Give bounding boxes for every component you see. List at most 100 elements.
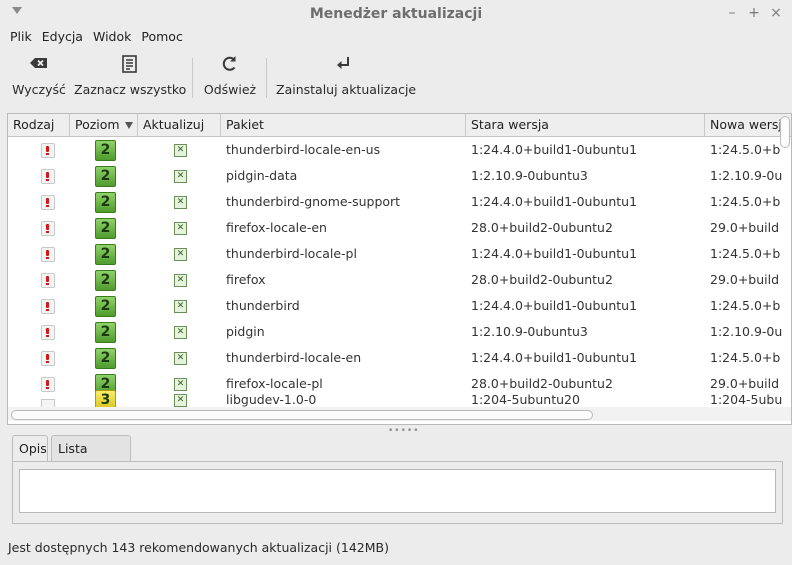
exclamation-icon <box>41 247 55 262</box>
close-button[interactable]: × <box>768 5 784 21</box>
exclamation-icon <box>41 351 55 366</box>
package-name: thunderbird-locale-en <box>226 350 362 365</box>
column-header-new-version[interactable]: Nowa wersja <box>705 114 791 136</box>
menu-edit[interactable]: Edycja <box>36 27 87 47</box>
exclamation-icon <box>41 377 55 392</box>
new-version: 29.0+build <box>710 220 780 235</box>
old-version: 1:24.4.0+build1-0ubuntu1 <box>471 246 638 261</box>
description-panel <box>12 461 783 524</box>
exclamation-icon <box>41 169 55 184</box>
column-header-type[interactable]: Rodzaj <box>8 114 70 136</box>
exclamation-icon <box>41 325 55 340</box>
column-header-old-version[interactable]: Stara wersja <box>466 114 705 136</box>
select-all-icon <box>74 52 184 76</box>
column-header-update[interactable]: Aktualizuj <box>138 114 221 136</box>
column-label: Aktualizuj <box>143 117 205 132</box>
update-checkbox[interactable]: ✕ <box>174 326 187 339</box>
package-name: thunderbird-locale-en-us <box>226 142 381 157</box>
old-version: 1:24.4.0+build1-0ubuntu1 <box>471 142 638 157</box>
clear-label: Wyczyść <box>12 82 66 97</box>
exclamation-icon <box>41 299 55 314</box>
new-version: 1:24.5.0+b <box>710 246 781 261</box>
refresh-button[interactable]: Odśwież <box>202 52 258 104</box>
new-version: 1:24.5.0+b <box>710 298 781 313</box>
update-checkbox[interactable]: ✕ <box>174 394 187 407</box>
update-checkbox[interactable]: ✕ <box>174 248 187 261</box>
update-checkbox[interactable]: ✕ <box>174 378 187 391</box>
package-name: pidgin-data <box>226 168 298 183</box>
menu-view[interactable]: Widok <box>87 27 135 47</box>
package-name: thunderbird-locale-pl <box>226 246 357 261</box>
status-text: Jest dostępnych 143 rekomendowanych aktu… <box>8 540 389 555</box>
level-badge: 2 <box>95 296 116 317</box>
refresh-label: Odśwież <box>203 82 257 97</box>
table-row[interactable]: 2 ✕ thunderbird-locale-en-us 1:24.4.0+build… <box>8 137 791 163</box>
install-icon <box>276 52 412 76</box>
window-title: Menedżer aktualizacji <box>309 6 483 22</box>
sort-descending-icon <box>124 122 133 129</box>
title-bar[interactable]: Menedżer aktualizacji – + × <box>0 0 792 29</box>
old-version: 28.0+build2-0ubuntu2 <box>471 220 613 235</box>
update-checkbox[interactable]: ✕ <box>174 144 187 157</box>
horizontal-scrollbar[interactable] <box>8 407 791 421</box>
menu-bar: Plik Edycja Widok Pomoc <box>0 27 187 47</box>
table-row[interactable]: 2 ✕ firefox-locale-en 28.0+build2-0ubuntu2 2… <box>8 215 791 241</box>
old-version: 28.0+build2-0ubuntu2 <box>471 272 613 287</box>
tab-description[interactable]: Opis <box>12 435 48 462</box>
level-badge: 2 <box>95 218 116 239</box>
package-name: pidgin <box>226 324 265 339</box>
table-row[interactable]: 2 ✕ firefox-locale-pl 28.0+build2-0ubuntu2 2… <box>8 371 791 397</box>
exclamation-icon <box>41 143 55 158</box>
menu-file[interactable]: Plik <box>0 27 36 47</box>
column-header-level[interactable]: Poziom <box>70 114 138 136</box>
new-version: 1:2.10.9-0u <box>710 324 783 339</box>
old-version: 1:2.10.9-0ubuntu3 <box>471 168 588 183</box>
horizontal-scrollbar-thumb[interactable] <box>11 410 593 420</box>
exclamation-icon <box>41 195 55 210</box>
minimize-button[interactable]: – <box>724 5 740 21</box>
column-header-package[interactable]: Pakiet <box>221 114 466 136</box>
table-header: Rodzaj Poziom Aktualizuj Pakiet Stara we… <box>8 114 791 137</box>
table-row[interactable]: 2 ✕ thunderbird-locale-pl 1:24.4.0+build1-0… <box>8 241 791 267</box>
column-label: Poziom <box>75 117 120 132</box>
old-version: 1:2.10.9-0ubuntu3 <box>471 324 588 339</box>
table-row[interactable]: 2 ✕ pidgin-data 1:2.10.9-0ubuntu3 1:2.10.9-0… <box>8 163 791 189</box>
menu-help[interactable]: Pomoc <box>135 27 186 47</box>
pane-resize-handle[interactable]: ••••• <box>388 426 420 436</box>
level-badge: 2 <box>95 140 116 161</box>
update-checkbox[interactable]: ✕ <box>174 274 187 287</box>
maximize-button[interactable]: + <box>746 5 762 21</box>
table-row[interactable]: 2 ✕ pidgin 1:2.10.9-0ubuntu3 1:2.10.9-0u <box>8 319 791 345</box>
clear-icon <box>10 52 68 76</box>
old-version: 1:24.4.0+build1-0ubuntu1 <box>471 350 638 365</box>
tab-changelog[interactable]: Lista zmian <box>51 435 131 482</box>
old-version: 1:24.4.0+build1-0ubuntu1 <box>471 298 638 313</box>
table-row[interactable]: 2 ✕ thunderbird 1:24.4.0+build1-0ubuntu1 1:2… <box>8 293 791 319</box>
updates-table[interactable]: Rodzaj Poziom Aktualizuj Pakiet Stara we… <box>7 113 792 425</box>
update-checkbox[interactable]: ✕ <box>174 352 187 365</box>
toolbar-separator <box>266 58 267 98</box>
exclamation-icon <box>41 273 55 288</box>
level-badge: 2 <box>95 322 116 343</box>
install-updates-button[interactable]: Zainstaluj aktualizacje <box>276 52 417 104</box>
update-checkbox[interactable]: ✕ <box>174 222 187 235</box>
table-row[interactable]: 2 ✕ thunderbird-gnome-support 1:24.4.0+buil… <box>8 189 791 215</box>
new-version: 29.0+build <box>710 272 780 287</box>
install-label: Zainstaluj aktualizacje <box>276 82 417 97</box>
toolbar-separator <box>192 58 193 98</box>
old-version: 1:24.4.0+build1-0ubuntu1 <box>471 194 638 209</box>
level-badge: 2 <box>95 348 116 369</box>
table-row[interactable]: 2 ✕ firefox 28.0+build2-0ubuntu2 29.0+build <box>8 267 791 293</box>
table-row[interactable]: 2 ✕ thunderbird-locale-en 1:24.4.0+build1-0… <box>8 345 791 371</box>
update-checkbox[interactable]: ✕ <box>174 170 187 183</box>
package-name: firefox-locale-en <box>226 220 327 235</box>
level-badge: 2 <box>95 166 116 187</box>
new-version: 1:24.5.0+b <box>710 142 781 157</box>
clear-button[interactable]: Wyczyść <box>10 52 68 104</box>
description-text-area[interactable] <box>19 469 776 513</box>
vertical-scrollbar-thumb[interactable] <box>780 116 790 148</box>
level-badge: 2 <box>95 192 116 213</box>
select-all-button[interactable]: Zaznacz wszystko <box>74 52 186 104</box>
update-checkbox[interactable]: ✕ <box>174 196 187 209</box>
update-checkbox[interactable]: ✕ <box>174 300 187 313</box>
